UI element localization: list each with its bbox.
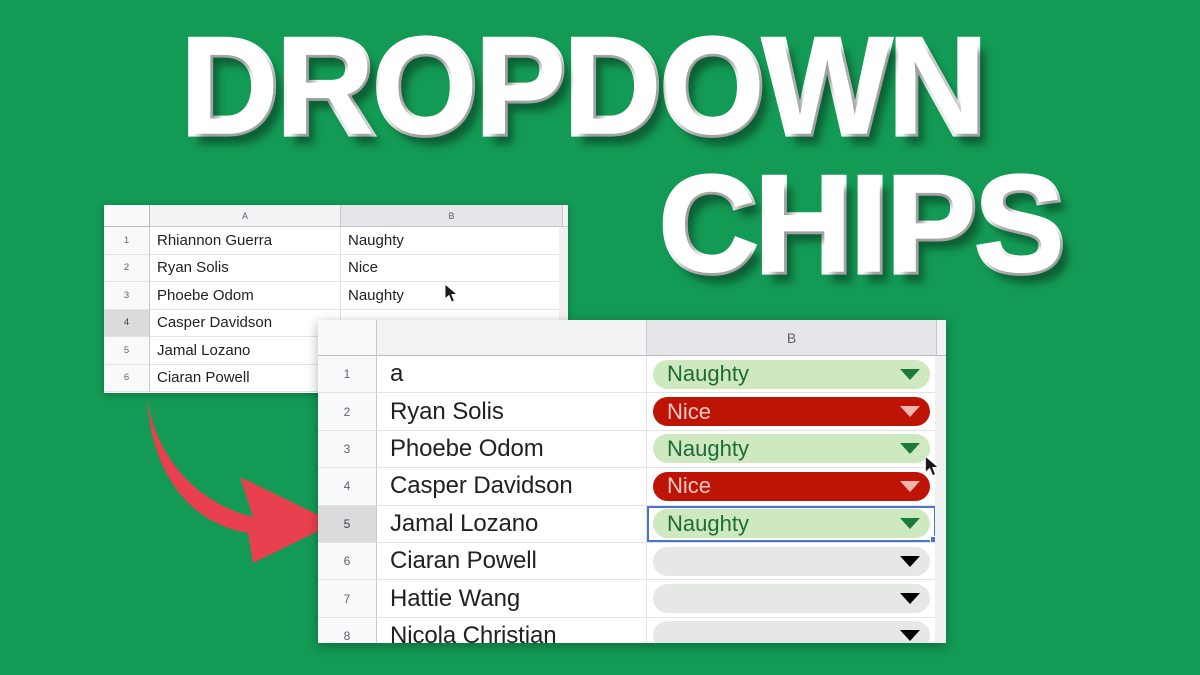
back-column-header-row: A B <box>104 205 568 227</box>
table-row[interactable]: 3 Phoebe Odom Naughty <box>104 282 568 310</box>
thumbnail-canvas: DROPDOWN CHIPS A B 1 Rhiannon Guerra Naugh… <box>0 0 1200 675</box>
front-cell-name[interactable]: a <box>377 356 647 394</box>
back-cell-name[interactable]: Ryan Solis <box>150 254 341 282</box>
front-cell-name[interactable]: Phoebe Odom <box>377 430 647 469</box>
table-row[interactable]: 1 Rhiannon Guerra Naughty <box>104 227 568 255</box>
table-row[interactable]: 2 Ryan Solis Nice <box>318 393 946 431</box>
back-select-all-corner[interactable] <box>104 205 150 227</box>
front-cell-name[interactable]: Casper Davidson <box>377 468 647 506</box>
back-row-header[interactable]: 5 <box>104 337 150 365</box>
page-title-line-2: CHIPS <box>657 148 1068 302</box>
foreground-spreadsheet[interactable]: B 1 a Naughty 2 Ryan Solis Nice 3 Phoebe Odom Na… <box>318 320 946 643</box>
back-cell-name[interactable]: Rhiannon Guerra <box>150 227 341 255</box>
chevron-down-icon[interactable] <box>900 368 920 380</box>
front-cell-status[interactable]: Naughty <box>647 356 937 394</box>
table-row[interactable]: 8 Nicola Christian <box>318 617 946 643</box>
back-column-header-rest[interactable] <box>563 205 568 227</box>
front-vertical-scrollbar[interactable] <box>935 356 946 643</box>
front-cell-name[interactable]: Ciaran Powell <box>377 542 647 581</box>
front-row-header[interactable]: 1 <box>318 356 377 394</box>
front-row-header[interactable]: 7 <box>318 580 377 618</box>
front-cell-status[interactable]: Nice <box>647 393 937 431</box>
dropdown-chip-naughty[interactable]: Naughty <box>653 434 930 464</box>
back-cell-name[interactable]: Ciaran Powell <box>150 364 341 392</box>
chevron-down-icon[interactable] <box>900 555 920 567</box>
dropdown-chip-empty[interactable] <box>653 584 930 614</box>
back-cell-status[interactable]: Nice <box>341 254 563 282</box>
front-cell-status[interactable]: Naughty <box>647 505 937 543</box>
front-cell-name[interactable]: Nicola Christian <box>377 617 647 643</box>
front-row-header[interactable]: 3 <box>318 430 377 469</box>
dropdown-chip-label: Nice <box>667 398 712 424</box>
dropdown-chip-nice[interactable]: Nice <box>653 471 930 501</box>
dropdown-chip-nice[interactable]: Nice <box>653 397 930 427</box>
front-column-header-a[interactable] <box>377 320 647 356</box>
front-row-header[interactable]: 4 <box>318 468 377 506</box>
front-cell-name[interactable]: Jamal Lozano <box>377 505 647 543</box>
back-cell-status[interactable]: Naughty <box>341 227 563 255</box>
dropdown-chip-label: Nice <box>667 473 712 499</box>
table-row[interactable]: 1 a Naughty <box>318 356 946 394</box>
table-row[interactable]: 7 Hattie Wang <box>318 580 946 618</box>
front-cell-name[interactable]: Ryan Solis <box>377 393 647 431</box>
back-cell-status[interactable]: Naughty <box>341 282 563 310</box>
back-row-header[interactable]: 2 <box>104 254 150 282</box>
front-cell-status[interactable] <box>647 542 937 581</box>
chevron-down-icon[interactable] <box>900 443 920 455</box>
chevron-down-icon[interactable] <box>900 593 920 605</box>
dropdown-chip-naughty[interactable]: Naughty <box>653 509 930 539</box>
dropdown-chip-empty[interactable] <box>653 621 930 643</box>
back-row-header[interactable]: 4 <box>104 309 150 337</box>
dropdown-chip-label: Naughty <box>667 435 749 461</box>
front-cell-name[interactable]: Hattie Wang <box>377 580 647 618</box>
table-row[interactable]: 5 Jamal Lozano Naughty <box>318 505 946 543</box>
chevron-down-icon[interactable] <box>900 406 920 418</box>
back-row-header[interactable]: 3 <box>104 282 150 310</box>
chevron-down-icon[interactable] <box>900 518 920 530</box>
front-column-header-row: B <box>318 320 946 356</box>
chevron-down-icon[interactable] <box>900 630 920 642</box>
dropdown-chip-naughty[interactable]: Naughty <box>653 359 930 389</box>
back-row-header[interactable]: 1 <box>104 227 150 255</box>
front-row-header[interactable]: 8 <box>318 617 377 643</box>
front-row-header[interactable]: 2 <box>318 393 377 431</box>
front-cell-status[interactable]: Naughty <box>647 430 937 469</box>
front-rows-container: 1 a Naughty 2 Ryan Solis Nice 3 Phoebe Odom Naug… <box>318 356 946 643</box>
front-cell-status[interactable]: Nice <box>647 468 937 506</box>
back-cell-name[interactable]: Casper Davidson <box>150 309 341 337</box>
table-row[interactable]: 3 Phoebe Odom Naughty <box>318 430 946 469</box>
back-column-header-b[interactable]: B <box>341 205 563 227</box>
front-column-header-b[interactable]: B <box>647 320 937 356</box>
front-cell-status[interactable] <box>647 580 937 618</box>
page-title-line-1: DROPDOWN <box>179 10 989 164</box>
front-column-header-rest[interactable] <box>937 320 946 356</box>
table-row[interactable]: 2 Ryan Solis Nice <box>104 254 568 282</box>
front-select-all-corner[interactable] <box>318 320 377 356</box>
front-cell-status[interactable] <box>647 617 937 643</box>
back-cell-name[interactable]: Jamal Lozano <box>150 337 341 365</box>
table-row[interactable]: 6 Ciaran Powell <box>318 542 946 581</box>
back-column-header-a[interactable]: A <box>150 205 341 227</box>
dropdown-chip-label: Naughty <box>667 361 749 387</box>
back-row-header[interactable]: 6 <box>104 364 150 392</box>
dropdown-chip-label: Naughty <box>667 510 749 536</box>
back-cell-name[interactable]: Phoebe Odom <box>150 282 341 310</box>
front-row-header[interactable]: 5 <box>318 505 377 543</box>
dropdown-chip-empty[interactable] <box>653 546 930 576</box>
table-row[interactable]: 4 Casper Davidson Nice <box>318 468 946 506</box>
chevron-down-icon[interactable] <box>900 480 920 492</box>
front-row-header[interactable]: 6 <box>318 542 377 581</box>
